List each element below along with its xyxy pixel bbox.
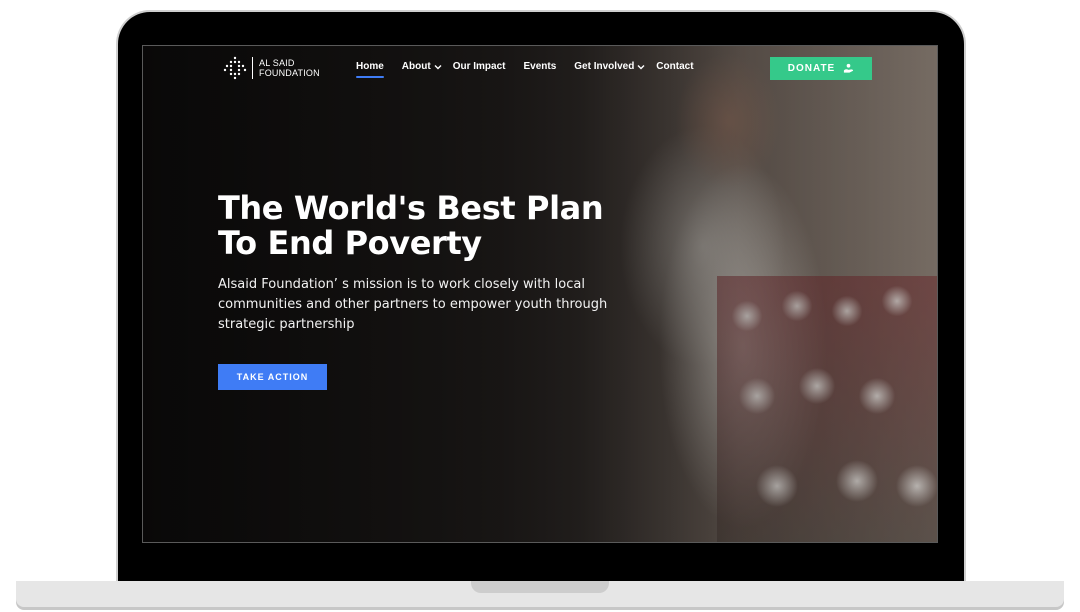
hero-title: The World's Best Plan To End Poverty	[218, 191, 648, 261]
donate-button-label: DONATE	[787, 63, 836, 74]
logo-mark-icon	[223, 56, 247, 80]
nav-item-label: Contact	[656, 61, 694, 72]
take-action-button[interactable]: TAKE ACTION	[218, 364, 327, 390]
nav-item-label: Get Involved	[574, 61, 635, 72]
nav-item-events[interactable]: Events	[523, 61, 556, 72]
nav-item-label: Events	[523, 61, 557, 72]
hero-section: The World's Best Plan To End Poverty Als…	[218, 191, 648, 335]
website-screen: AL SAID FOUNDATION Home About Our Impact	[142, 45, 938, 543]
hero-title-line-1: The World's Best Plan	[218, 189, 604, 227]
nav-item-label: Our Impact	[452, 61, 506, 72]
nav-item-get-involved[interactable]: Get Involved	[574, 61, 645, 72]
laptop-mockup: AL SAID FOUNDATION Home About Our Impact	[0, 0, 1080, 612]
nav-links: Home About Our Impact Events Get Involve…	[356, 61, 712, 78]
hero-title-line-2: To End Poverty	[218, 224, 482, 262]
logo-divider	[252, 57, 253, 79]
nav-item-contact[interactable]: Contact	[656, 61, 693, 72]
logo-text: AL SAID FOUNDATION	[259, 58, 320, 78]
logo-line-1: AL SAID	[259, 58, 295, 68]
chevron-down-icon	[434, 64, 442, 69]
donate-button[interactable]: DONATE	[770, 57, 872, 80]
nav-item-label: About	[401, 61, 431, 72]
nav-item-our-impact[interactable]: Our Impact	[453, 61, 506, 72]
site-logo[interactable]: AL SAID FOUNDATION	[223, 56, 320, 80]
nav-item-about[interactable]: About	[402, 61, 442, 72]
donate-hand-icon	[844, 63, 854, 73]
hero-description: Alsaid Foundation’ s mission is to work …	[218, 277, 608, 332]
nav-item-home[interactable]: Home	[356, 61, 384, 78]
chevron-down-icon	[637, 64, 645, 69]
logo-line-2: FOUNDATION	[259, 68, 320, 78]
laptop-base	[16, 581, 1064, 607]
main-navigation: AL SAID FOUNDATION Home About Our Impact	[143, 46, 937, 90]
laptop-notch	[471, 581, 609, 593]
nav-item-label: Home	[356, 61, 384, 72]
